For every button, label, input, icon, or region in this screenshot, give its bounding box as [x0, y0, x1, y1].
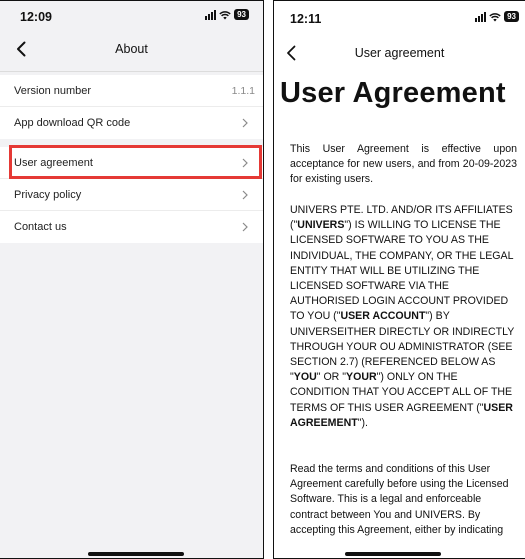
paragraph-text: ") IS WILLING TO LICENSE THE LICENSED SO… [290, 219, 514, 323]
row-label: App download QR code [14, 117, 131, 129]
bold-term: YOU [293, 371, 317, 384]
status-time: 12:09 [20, 10, 52, 24]
bold-term: YOUR [346, 371, 377, 384]
status-bar: 12:11 93 [274, 1, 525, 35]
bold-term: UNIVERS [297, 219, 345, 232]
wifi-icon [489, 12, 501, 21]
about-screen: 12:09 93 About Version number 1.1.1 App … [0, 0, 264, 559]
user-agreement-screen: 12:11 93 User agreement User Agreement T… [273, 0, 525, 559]
divider [0, 71, 263, 72]
info-group: Version number 1.1.1 App download QR cod… [0, 75, 263, 139]
row-privacy-policy[interactable]: Privacy policy [0, 179, 263, 211]
row-label: Privacy policy [14, 189, 82, 201]
home-indicator [88, 552, 184, 556]
nav-bar: About [0, 35, 263, 65]
agreement-paragraph: Read the terms and conditions of this Us… [290, 463, 509, 536]
status-icons: 93 [475, 11, 519, 22]
row-contact-us[interactable]: Contact us [0, 211, 263, 243]
chevron-right-icon [242, 222, 248, 232]
chevron-right-icon [242, 118, 248, 128]
signal-icon [475, 11, 487, 22]
page-title: User agreement [354, 46, 445, 60]
row-app-download-qr-code[interactable]: App download QR code [0, 107, 263, 139]
battery-icon: 93 [504, 11, 519, 22]
highlight-box [9, 145, 262, 179]
home-indicator [345, 552, 441, 556]
paragraph-text: "). [357, 416, 368, 429]
document-heading: User Agreement [280, 77, 506, 109]
bold-term: USER ACCOUNT [340, 310, 426, 323]
status-bar: 12:09 93 [0, 1, 263, 35]
page-title: About [115, 42, 148, 56]
nav-bar: User agreement [274, 35, 525, 69]
agreement-paragraph: This User Agreement is effective upon ac… [290, 143, 517, 186]
row-label: Version number [14, 85, 92, 97]
battery-icon: 93 [234, 9, 249, 20]
signal-icon [205, 9, 217, 20]
chevron-right-icon [242, 190, 248, 200]
row-version-number: Version number 1.1.1 [0, 75, 263, 107]
wifi-icon [219, 10, 231, 19]
status-icons: 93 [205, 9, 249, 20]
row-label: Contact us [14, 221, 67, 233]
status-time: 12:11 [290, 12, 322, 26]
version-value: 1.1.1 [231, 85, 255, 97]
paragraph-text: " OR " [316, 371, 347, 384]
agreement-paragraph: UNIVERS PTE. LTD. AND/OR ITS AFFILIATES … [290, 203, 517, 431]
